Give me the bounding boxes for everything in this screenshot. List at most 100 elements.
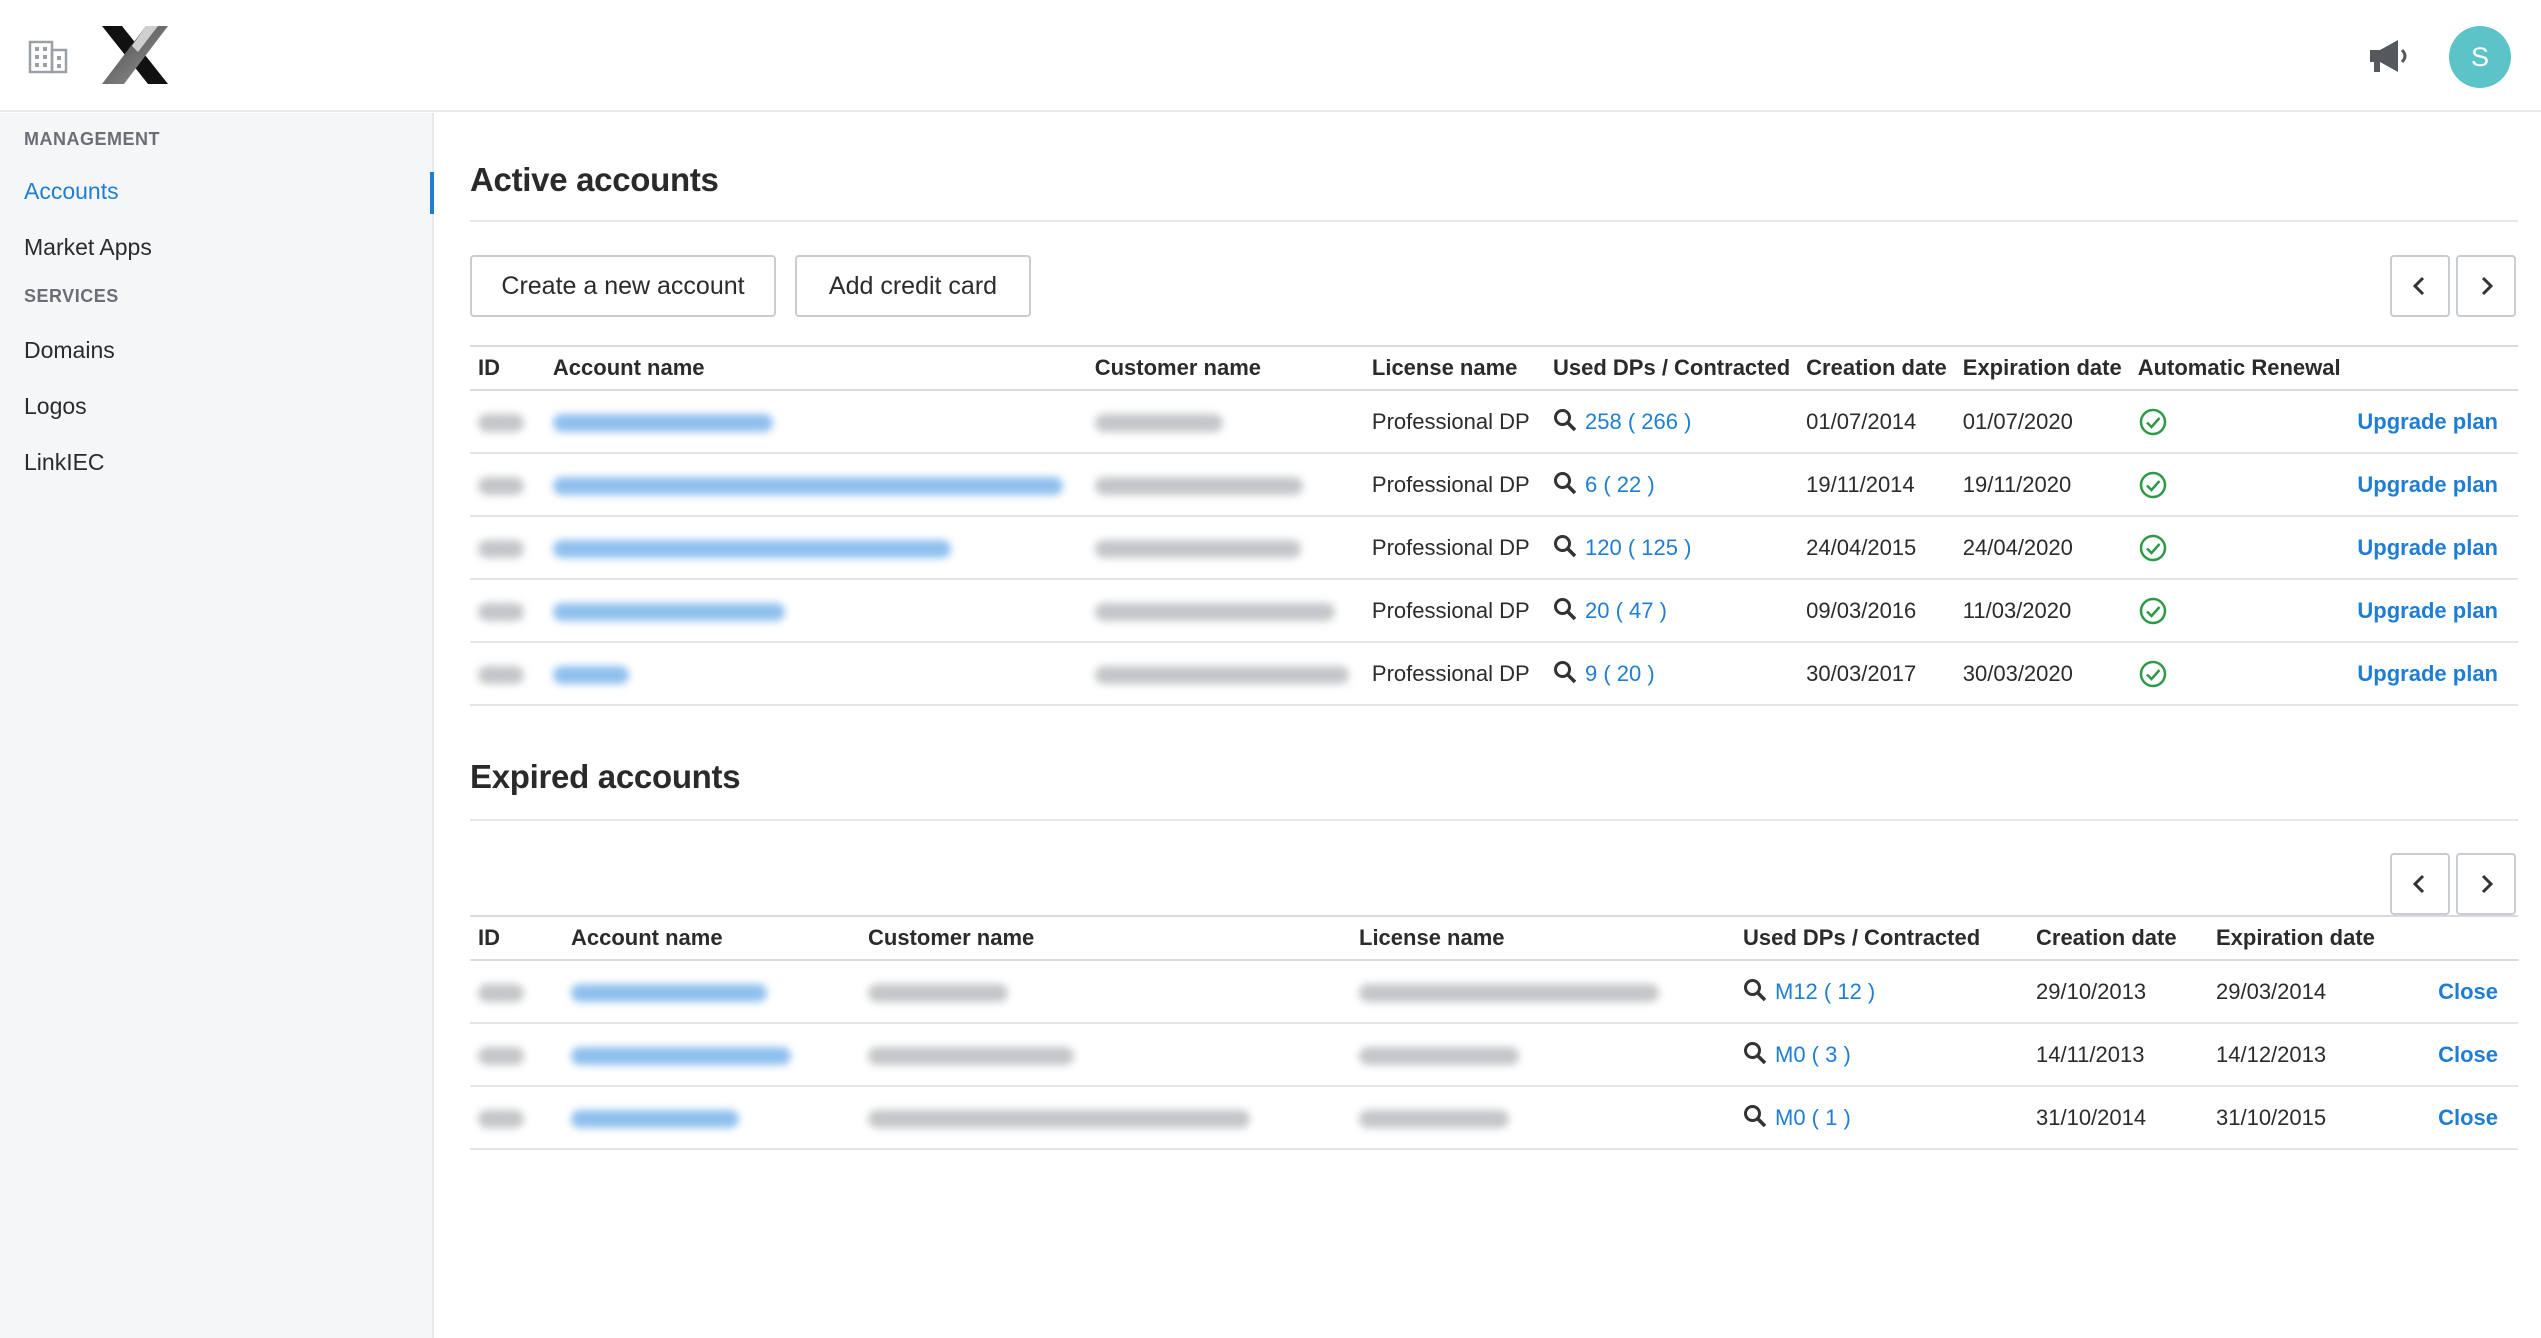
close-account-link[interactable]: Close	[2398, 960, 2518, 1024]
license-name: Professional DP	[1363, 390, 1545, 454]
customer-name	[860, 1086, 1351, 1150]
sidebar-item-logos[interactable]: Logos	[24, 393, 87, 420]
chevron-left-icon	[2412, 874, 2425, 894]
column-header[interactable]: Expiration date	[1954, 345, 2130, 391]
used-dps-cell[interactable]: M0 ( 1 )	[1735, 1086, 2028, 1150]
auto-renewal-cell	[2129, 516, 2350, 580]
used-dps-cell[interactable]: M0 ( 3 )	[1735, 1023, 2028, 1087]
account-id	[470, 453, 545, 517]
check-circle-icon	[2139, 597, 2166, 624]
used-dps-cell[interactable]: 6 ( 22 )	[1545, 453, 1799, 517]
check-circle-icon	[2139, 408, 2166, 435]
auto-renewal-cell	[2129, 642, 2350, 706]
sidebar-item-domains[interactable]: Domains	[24, 337, 115, 364]
expired-next-page-button[interactable]	[2456, 853, 2516, 915]
used-dps-cell[interactable]: 20 ( 47 )	[1545, 579, 1799, 643]
search-icon	[1554, 661, 1577, 684]
used-dps-cell[interactable]: 258 ( 266 )	[1545, 390, 1799, 454]
license-name	[1351, 1086, 1735, 1150]
column-header[interactable]: ID	[470, 345, 545, 391]
auto-renewal-cell	[2129, 390, 2350, 454]
account-name-link[interactable]	[544, 390, 1087, 454]
user-avatar[interactable]: S	[2449, 26, 2511, 88]
expired-prev-page-button[interactable]	[2390, 853, 2450, 915]
used-dps-cell[interactable]: 9 ( 20 )	[1545, 642, 1799, 706]
used-dps-link[interactable]: M12 ( 12 )	[1775, 979, 1875, 1004]
account-name-link[interactable]	[563, 1023, 860, 1087]
building-icon[interactable]	[28, 38, 68, 74]
customer-name	[1086, 642, 1364, 706]
upgrade-plan-link[interactable]: Upgrade plan	[2349, 579, 2518, 643]
used-dps-cell[interactable]: 120 ( 125 )	[1545, 516, 1799, 580]
column-header[interactable]: Customer name	[860, 915, 1351, 961]
used-dps-link[interactable]: M0 ( 3 )	[1775, 1042, 1851, 1067]
used-dps-link[interactable]: 9 ( 20 )	[1585, 661, 1655, 686]
used-dps-link[interactable]: 20 ( 47 )	[1585, 598, 1667, 623]
column-header[interactable]: Account name	[563, 915, 860, 961]
creation-date: 29/10/2013	[2028, 960, 2208, 1024]
account-name-link[interactable]	[563, 1086, 860, 1150]
column-header[interactable]: Used DPs / Contracted	[1735, 915, 2028, 961]
column-header[interactable]: ID	[470, 915, 563, 961]
customer-name	[1086, 453, 1364, 517]
brand-logo[interactable]	[102, 26, 168, 84]
expiration-date: 11/03/2020	[1954, 579, 2130, 643]
check-circle-icon	[2139, 660, 2166, 687]
column-header[interactable]: Expiration date	[2208, 915, 2398, 961]
used-dps-link[interactable]: 120 ( 125 )	[1585, 535, 1691, 560]
customer-name	[1086, 390, 1364, 454]
account-name-link[interactable]	[544, 453, 1087, 517]
table-row: Professional DP 20 ( 47 ) 09/03/2016 11/…	[470, 579, 2518, 643]
account-id	[470, 960, 563, 1024]
expiration-date: 24/04/2020	[1954, 516, 2130, 580]
used-dps-link[interactable]: 258 ( 266 )	[1585, 409, 1691, 434]
sidebar-item-market-apps[interactable]: Market Apps	[24, 234, 152, 261]
account-name-link[interactable]	[563, 960, 860, 1024]
auto-renewal-cell	[2129, 453, 2350, 517]
account-id	[470, 642, 545, 706]
close-account-link[interactable]: Close	[2398, 1086, 2518, 1150]
top-bar: S	[0, 0, 2541, 112]
close-account-link[interactable]: Close	[2398, 1023, 2518, 1087]
column-header[interactable]: Used DPs / Contracted	[1545, 345, 1799, 391]
active-accounts-table: ID Account name Customer name License na…	[470, 345, 2518, 706]
column-header[interactable]: Creation date	[2028, 915, 2208, 961]
active-prev-page-button[interactable]	[2390, 255, 2450, 317]
upgrade-plan-link[interactable]: Upgrade plan	[2349, 516, 2518, 580]
account-name-link[interactable]	[544, 642, 1087, 706]
search-icon	[1554, 472, 1577, 495]
creation-date: 14/11/2013	[2028, 1023, 2208, 1087]
auto-renewal-cell	[2129, 579, 2350, 643]
used-dps-cell[interactable]: M12 ( 12 )	[1735, 960, 2028, 1024]
column-header[interactable]: Customer name	[1086, 345, 1364, 391]
active-next-page-button[interactable]	[2456, 255, 2516, 317]
account-id	[470, 516, 545, 580]
sidebar-item-linkiec[interactable]: LinkIEC	[24, 449, 105, 476]
sidebar-item-accounts[interactable]: Accounts	[24, 178, 119, 205]
sidebar-section-management: MANAGEMENT	[24, 129, 160, 149]
creation-date: 01/07/2014	[1798, 390, 1955, 454]
expired-accounts-table: ID Account name Customer name License na…	[470, 915, 2518, 1150]
account-name-link[interactable]	[544, 579, 1087, 643]
column-header[interactable]: Account name	[544, 345, 1087, 391]
customer-name	[860, 1023, 1351, 1087]
used-dps-link[interactable]: M0 ( 1 )	[1775, 1105, 1851, 1130]
announcements-icon[interactable]	[2366, 36, 2412, 76]
create-account-button[interactable]: Create a new account	[470, 255, 776, 317]
expiration-date: 30/03/2020	[1954, 642, 2130, 706]
column-header[interactable]: Creation date	[1798, 345, 1955, 391]
upgrade-plan-link[interactable]: Upgrade plan	[2349, 642, 2518, 706]
account-name-link[interactable]	[544, 516, 1087, 580]
upgrade-plan-link[interactable]: Upgrade plan	[2349, 453, 2518, 517]
customer-name	[860, 960, 1351, 1024]
account-id	[470, 579, 545, 643]
column-header[interactable]: License name	[1363, 345, 1545, 391]
column-header[interactable]: Automatic Renewal	[2129, 345, 2350, 391]
add-credit-card-button[interactable]: Add credit card	[795, 255, 1031, 317]
table-row: M12 ( 12 ) 29/10/2013 29/03/2014 Close	[470, 960, 2518, 1024]
account-id	[470, 1086, 563, 1150]
upgrade-plan-link[interactable]: Upgrade plan	[2349, 390, 2518, 454]
column-header[interactable]: License name	[1351, 915, 1735, 961]
sidebar-section-services: SERVICES	[24, 286, 119, 306]
used-dps-link[interactable]: 6 ( 22 )	[1585, 472, 1655, 497]
